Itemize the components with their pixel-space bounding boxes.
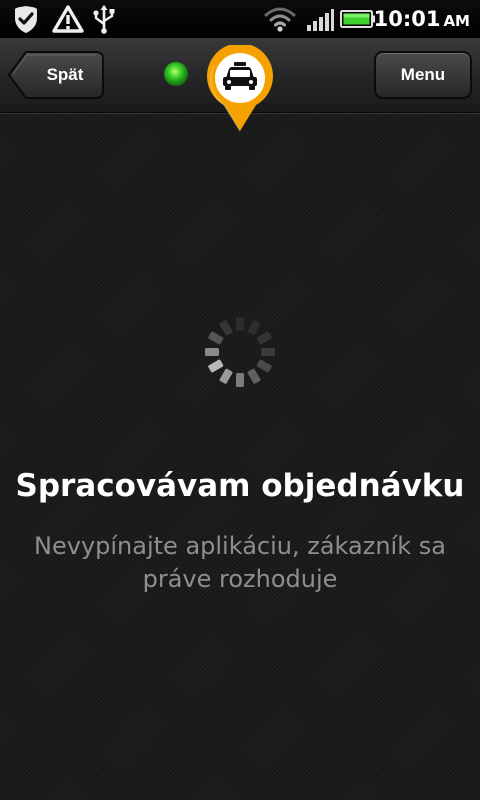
warning-icon (52, 5, 84, 33)
online-indicator-icon (164, 62, 188, 86)
clock-time: 10:01 (373, 7, 441, 31)
loading-spinner-icon (205, 317, 275, 387)
menu-button[interactable]: Menu (374, 51, 472, 99)
signal-icon (307, 9, 334, 31)
back-button-label: Spät (46, 65, 84, 84)
clock-ampm: AM (443, 12, 470, 30)
status-message: Nevypínajte aplikáciu, zákazník sa práve… (34, 532, 446, 593)
check-shield-icon (15, 6, 37, 33)
wifi-icon (264, 7, 296, 32)
taxi-pin-icon (207, 45, 273, 132)
battery-icon (340, 10, 375, 28)
back-button[interactable]: Spät (8, 51, 104, 99)
status-title: Spracovávam objednávku (15, 468, 465, 504)
status-bar: 10:01 AM (0, 0, 480, 38)
clock: 10:01 AM (374, 7, 470, 33)
screen: 10:01 AM Spät Menu Spracovávam objednávk… (0, 0, 480, 800)
usb-icon (93, 5, 115, 34)
